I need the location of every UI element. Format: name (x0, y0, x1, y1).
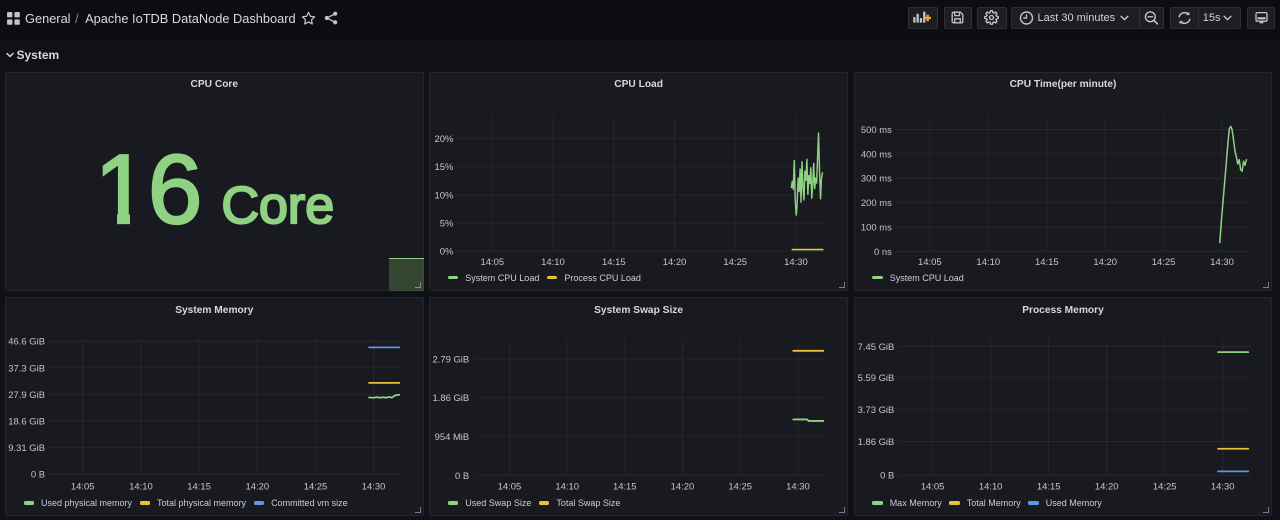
svg-text:0 B: 0 B (31, 469, 45, 480)
svg-text:14:15: 14:15 (602, 256, 626, 267)
svg-text:3.73 GiB: 3.73 GiB (857, 404, 894, 415)
svg-text:14:05: 14:05 (918, 256, 942, 267)
svg-text:9.31 GiB: 9.31 GiB (8, 442, 45, 453)
svg-text:37.3 GiB: 37.3 GiB (8, 362, 45, 373)
svg-text:10%: 10% (435, 189, 455, 200)
svg-text:14:25: 14:25 (1151, 256, 1175, 267)
svg-text:100 ms: 100 ms (861, 221, 892, 232)
svg-text:5.59 GiB: 5.59 GiB (857, 372, 894, 383)
svg-text:14:15: 14:15 (613, 480, 637, 491)
svg-text:0 B: 0 B (455, 470, 469, 481)
svg-text:14:05: 14:05 (71, 480, 95, 491)
svg-text:5%: 5% (440, 217, 454, 228)
svg-text:200 ms: 200 ms (861, 197, 892, 208)
svg-text:14:10: 14:10 (541, 256, 565, 267)
svg-text:14:30: 14:30 (1211, 480, 1235, 491)
svg-text:14:30: 14:30 (1210, 256, 1234, 267)
svg-text:14:20: 14:20 (1093, 256, 1117, 267)
svg-text:14:05: 14:05 (481, 256, 505, 267)
svg-text:14:25: 14:25 (1153, 480, 1177, 491)
svg-text:1.86 GiB: 1.86 GiB (433, 392, 470, 403)
svg-text:14:30: 14:30 (786, 480, 810, 491)
svg-text:0%: 0% (440, 245, 454, 256)
svg-text:27.9 GiB: 27.9 GiB (8, 389, 45, 400)
svg-text:7.45 GiB: 7.45 GiB (857, 341, 894, 352)
svg-text:14:05: 14:05 (921, 480, 945, 491)
svg-text:14:25: 14:25 (304, 480, 328, 491)
svg-text:14:20: 14:20 (245, 480, 269, 491)
svg-text:14:30: 14:30 (784, 256, 808, 267)
svg-text:500 ms: 500 ms (861, 123, 892, 134)
svg-text:14:10: 14:10 (976, 256, 1000, 267)
svg-text:1.86 GiB: 1.86 GiB (857, 436, 894, 447)
svg-text:46.6 GiB: 46.6 GiB (8, 336, 45, 347)
svg-text:0 B: 0 B (880, 470, 894, 481)
svg-text:14:15: 14:15 (1035, 256, 1059, 267)
svg-text:400 ms: 400 ms (861, 148, 892, 159)
svg-text:954 MiB: 954 MiB (435, 431, 470, 442)
svg-text:14:20: 14:20 (671, 480, 695, 491)
svg-text:14:30: 14:30 (362, 480, 386, 491)
svg-text:14:20: 14:20 (1095, 480, 1119, 491)
svg-text:0 ns: 0 ns (874, 245, 892, 256)
svg-text:14:15: 14:15 (187, 480, 211, 491)
svg-text:14:05: 14:05 (498, 480, 522, 491)
svg-text:14:10: 14:10 (129, 480, 153, 491)
svg-text:14:20: 14:20 (663, 256, 687, 267)
svg-text:14:25: 14:25 (729, 480, 753, 491)
svg-text:300 ms: 300 ms (861, 172, 892, 183)
svg-text:14:10: 14:10 (979, 480, 1003, 491)
svg-text:14:15: 14:15 (1037, 480, 1061, 491)
svg-text:18.6 GiB: 18.6 GiB (8, 416, 45, 427)
svg-text:20%: 20% (435, 133, 455, 144)
svg-text:15%: 15% (435, 161, 455, 172)
svg-text:14:10: 14:10 (556, 480, 580, 491)
svg-text:2.79 GiB: 2.79 GiB (433, 353, 470, 364)
svg-text:14:25: 14:25 (724, 256, 748, 267)
